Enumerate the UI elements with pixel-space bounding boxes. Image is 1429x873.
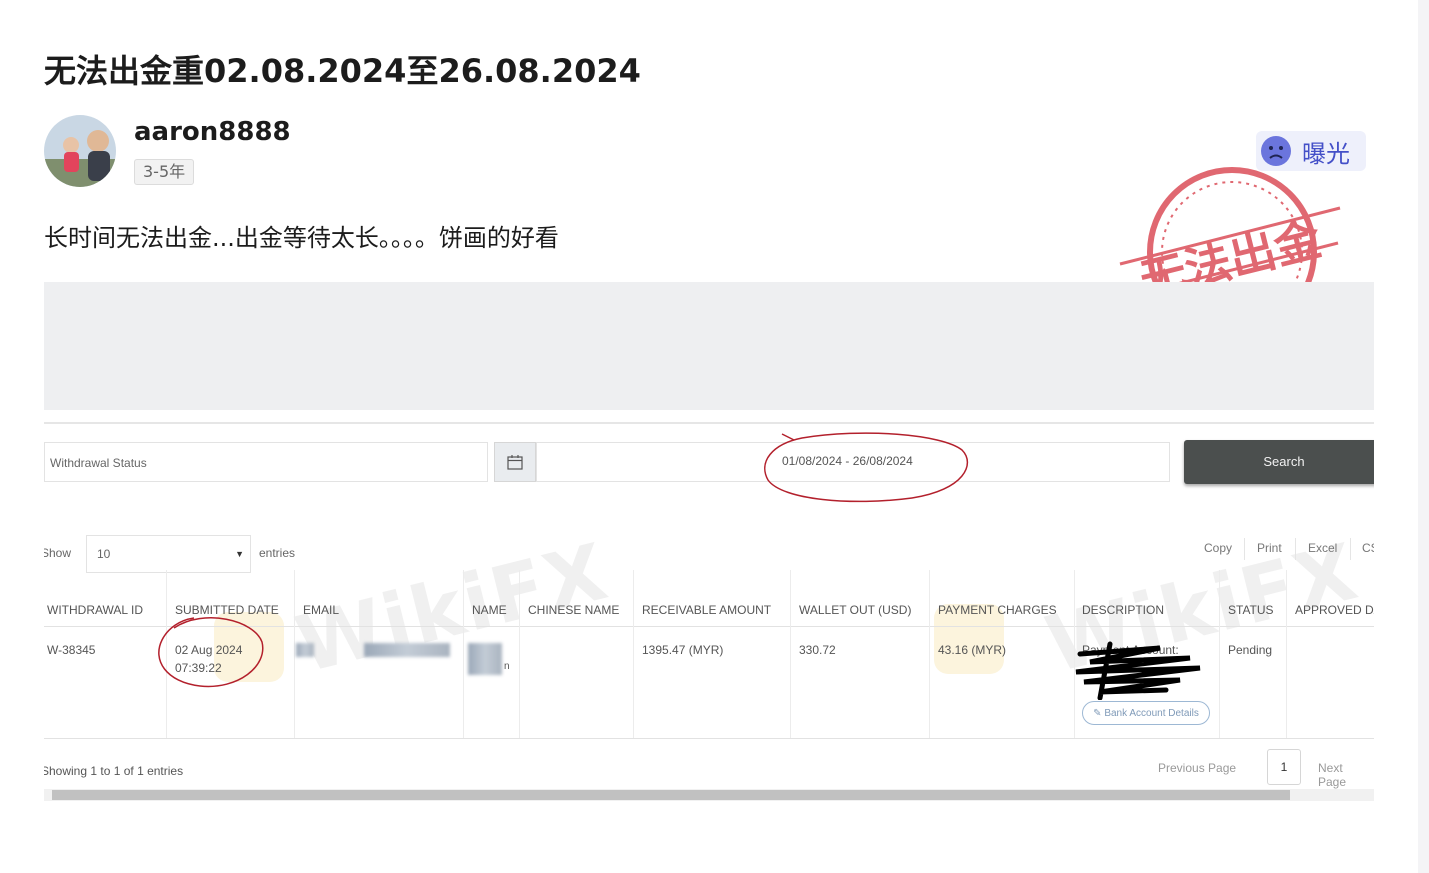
page-1-button[interactable]: 1 [1267, 749, 1301, 785]
entries-label: entries [259, 546, 296, 560]
avatar[interactable] [44, 115, 116, 187]
cell-receivable-amount: 1395.47 (MYR) [642, 643, 724, 657]
header-name[interactable]: NAME [472, 603, 507, 617]
screenshot-header-banner [44, 282, 1374, 410]
post-body: 长时间无法出金...出金等待太长。。。。饼画的好看 [44, 224, 559, 252]
withdrawal-screenshot: WikiFX WikiFX Withdrawal Status 01/08/20… [44, 282, 1374, 802]
bank-button-label: Bank Account Details [1104, 708, 1199, 719]
header-description[interactable]: DESCRIPTION [1082, 603, 1164, 617]
screenshot-divider [44, 422, 1374, 424]
column-divider [294, 570, 295, 738]
calendar-button[interactable] [494, 442, 536, 482]
header-withdrawal-id[interactable]: WITHDRAWAL ID [47, 603, 143, 617]
copy-button[interactable]: Copy [1204, 541, 1232, 555]
header-status[interactable]: STATUS [1228, 603, 1274, 617]
author-username[interactable]: aaron8888 [134, 117, 291, 147]
print-button[interactable]: Print [1257, 541, 1282, 555]
header-chinese-name[interactable]: CHINESE NAME [528, 603, 619, 617]
previous-page-button[interactable]: Previous Page [1158, 761, 1236, 775]
export-divider [1244, 538, 1245, 560]
page-length-select[interactable]: 10 ▼ [86, 535, 251, 573]
withdrawal-status-select[interactable]: Withdrawal Status [44, 442, 488, 482]
excel-button[interactable]: Excel [1308, 541, 1337, 555]
tenure-badge: 3-5年 [134, 159, 195, 185]
column-divider [929, 570, 930, 738]
bank-account-details-button[interactable]: ✎ Bank Account Details [1082, 701, 1210, 725]
pencil-icon: ✎ [1093, 708, 1105, 719]
redacted-email [296, 643, 314, 657]
submitted-date-annotation [158, 617, 264, 688]
calendar-icon [507, 455, 523, 470]
right-scroll-rail[interactable] [1418, 0, 1429, 873]
show-label: Show [44, 546, 72, 560]
post-title: 无法出金重02.08.2024至26.08.2024 [44, 52, 641, 90]
column-divider [790, 570, 791, 738]
page-length-value: 10 [97, 547, 111, 561]
cell-wallet-out: 330.72 [799, 643, 836, 657]
chevron-down-icon: ▼ [235, 549, 244, 559]
cell-name-fragment: n [504, 661, 510, 672]
column-divider [633, 570, 634, 738]
horizontal-scrollbar-thumb[interactable] [52, 790, 1290, 800]
header-wallet-out[interactable]: WALLET OUT (USD) [799, 603, 911, 617]
search-button[interactable]: Search [1184, 440, 1374, 484]
csv-button[interactable]: CSV [1362, 541, 1374, 555]
table-info: Showing 1 to 1 of 1 entries [44, 764, 184, 778]
date-range-annotation [764, 432, 969, 503]
header-payment-charges[interactable]: PAYMENT CHARGES [938, 603, 1057, 617]
redaction-scribble [1075, 641, 1201, 700]
column-divider [519, 570, 520, 738]
redacted-email [364, 643, 450, 657]
export-divider [1350, 538, 1351, 560]
cell-withdrawal-id: W-38345 [47, 643, 96, 657]
cell-payment-charges: 43.16 (MYR) [938, 643, 1007, 657]
redacted-name [468, 643, 502, 675]
next-page-button[interactable]: Next Page [1318, 761, 1374, 789]
header-email[interactable]: EMAIL [303, 603, 339, 617]
header-approved-date[interactable]: APPROVED DATE [1295, 603, 1374, 617]
cell-status: Pending [1228, 643, 1273, 657]
table-row-divider [44, 738, 1374, 739]
export-divider [1295, 538, 1296, 560]
header-receivable-amount[interactable]: RECEIVABLE AMOUNT [642, 603, 771, 617]
column-divider [463, 570, 464, 738]
column-divider [1286, 570, 1287, 738]
column-divider [1219, 570, 1220, 738]
